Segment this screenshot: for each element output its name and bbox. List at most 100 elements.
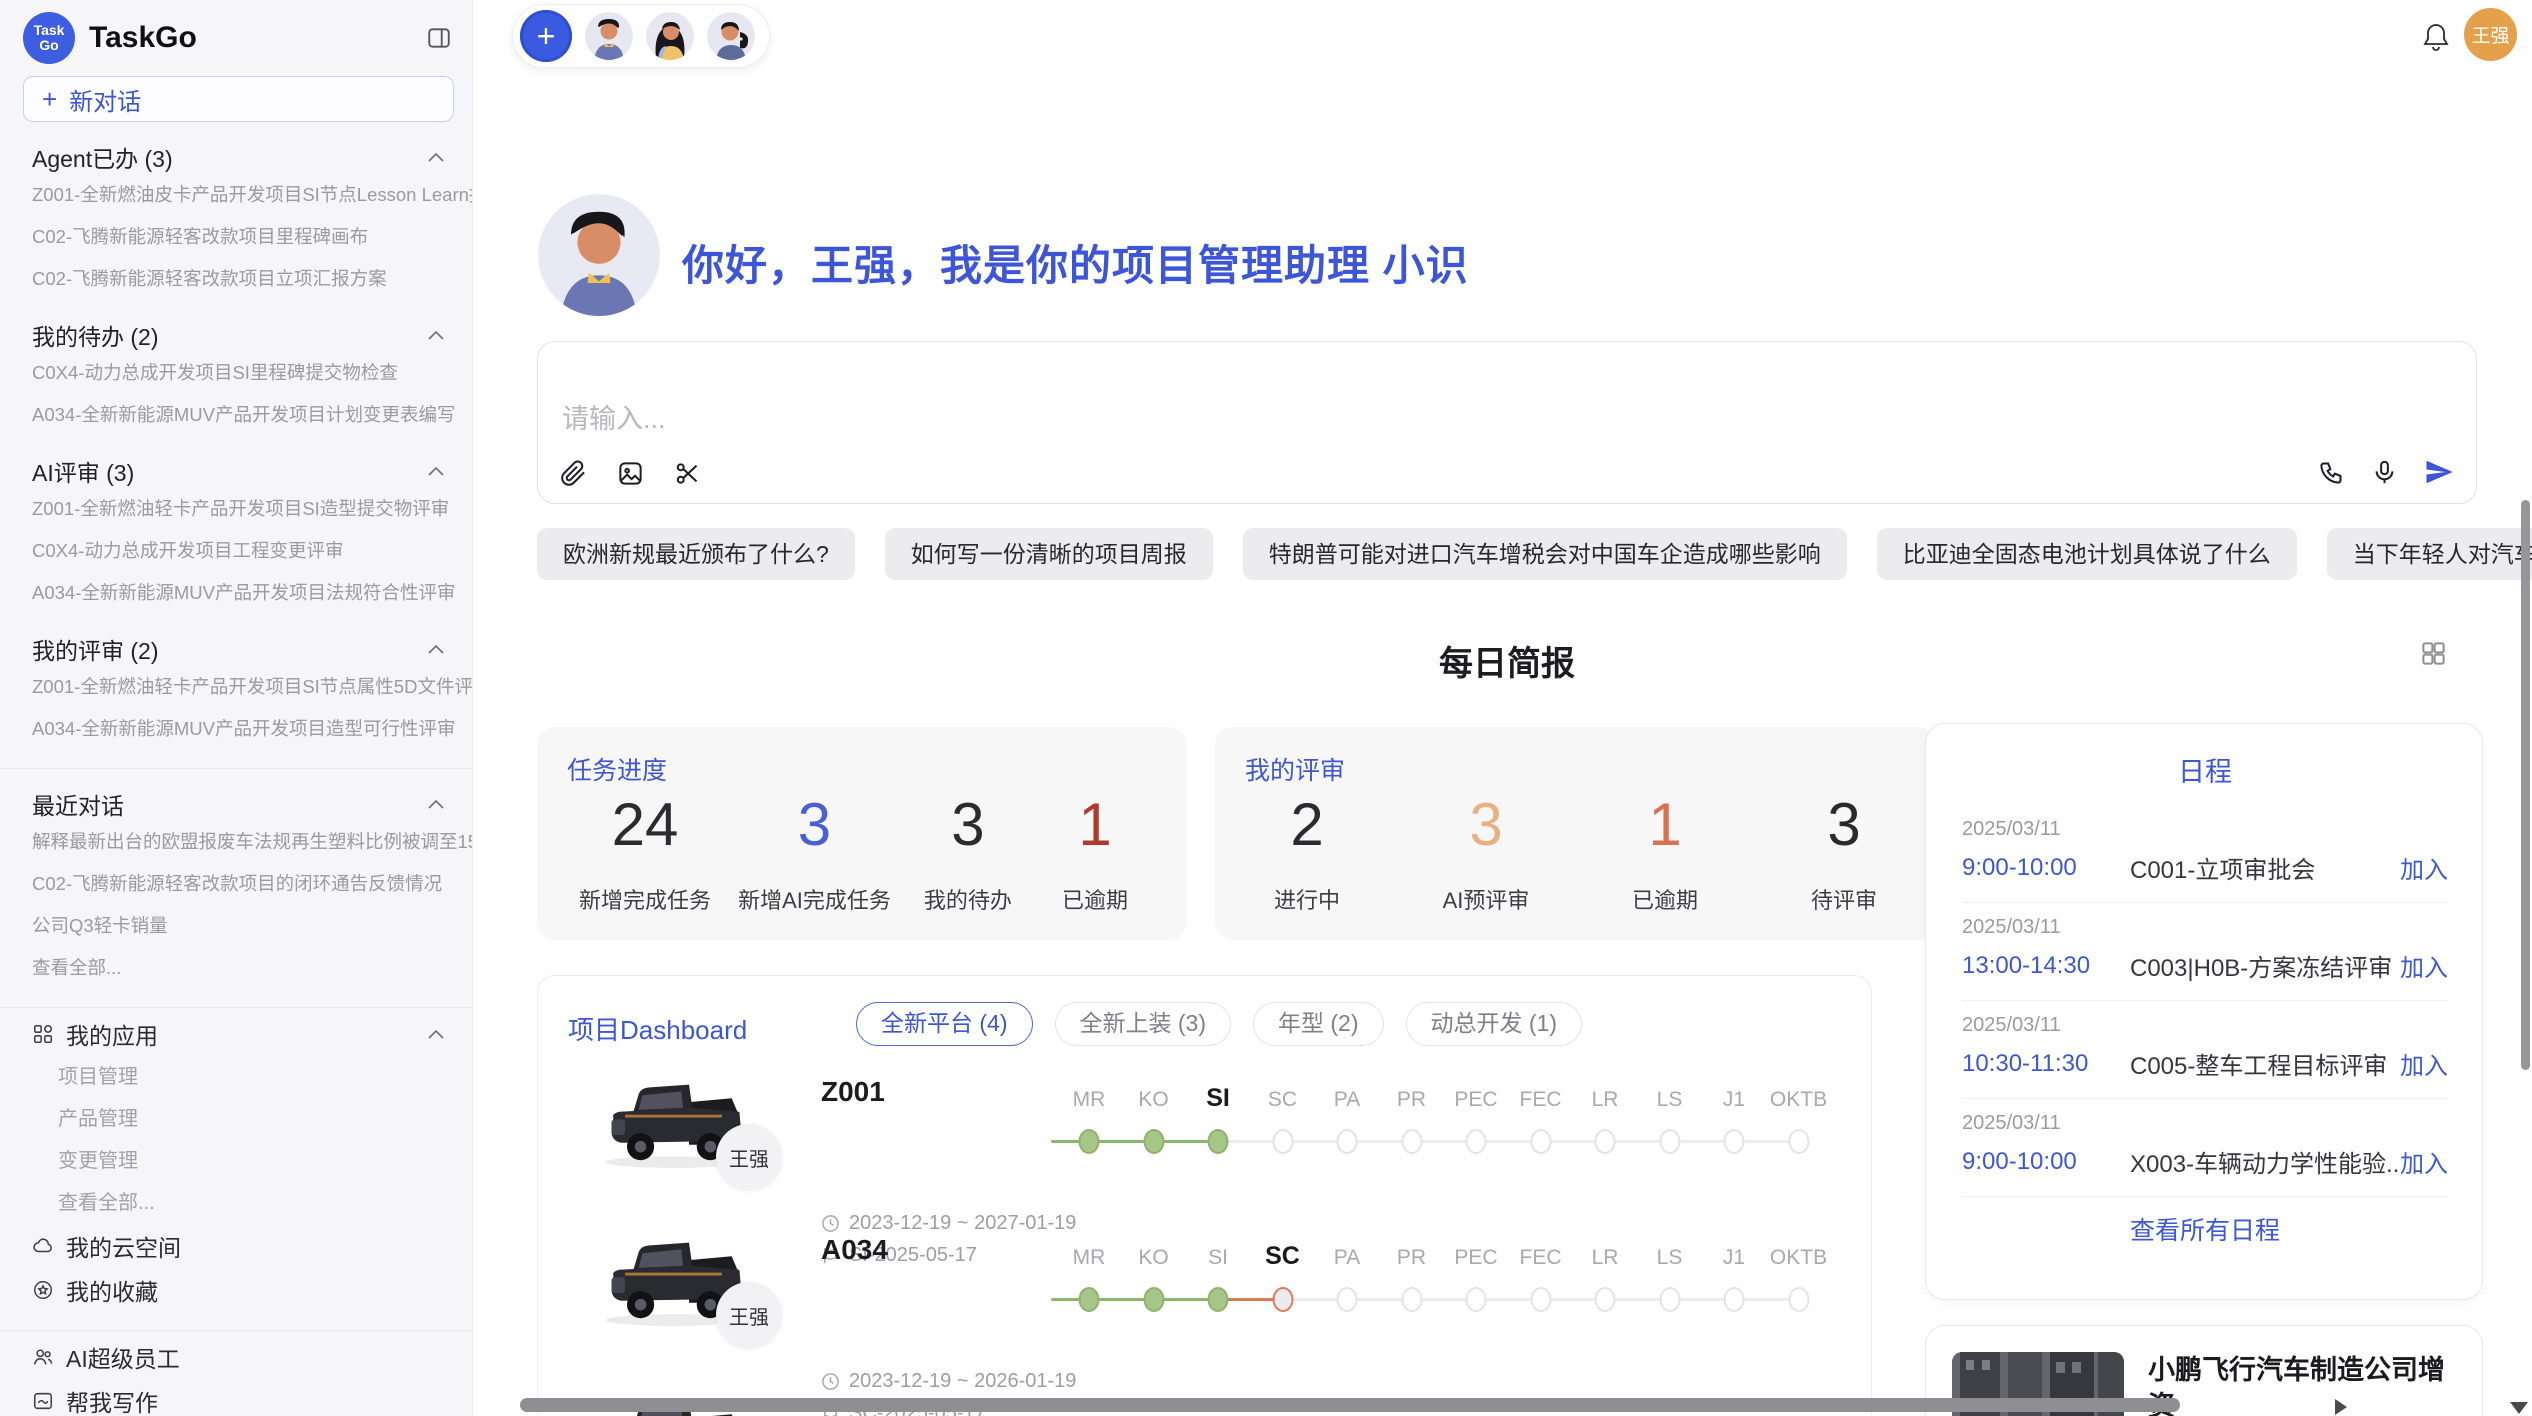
sidebar-task-item[interactable]: A034-全新新能源MUV产品开发项目造型可行性评审 [0, 708, 472, 750]
suggestion-chip[interactable]: 如何写一份清晰的项目周报 [885, 528, 1213, 580]
milestone-dot[interactable] [1401, 1129, 1422, 1154]
project-name[interactable]: A034 [821, 1234, 888, 1266]
sidebar-item-help-write[interactable]: 帮我写作 [0, 1379, 472, 1416]
chevron-up-icon[interactable] [428, 1029, 444, 1039]
milestone-dot[interactable] [1208, 1287, 1229, 1312]
filter-model-year[interactable]: 年型 (2) [1253, 1002, 1384, 1046]
milestone-dot[interactable] [1208, 1129, 1229, 1154]
sidebar-task-item[interactable]: C0X4-动力总成开发项目SI里程碑提交物检查 [0, 352, 472, 394]
milestone-dot[interactable] [1659, 1287, 1680, 1312]
milestone-dot[interactable] [1530, 1129, 1551, 1154]
suggestion-chip[interactable]: 欧洲新规最近颁布了什么? [537, 528, 855, 580]
milestone-dot[interactable] [1337, 1287, 1358, 1312]
milestone-dot[interactable] [1724, 1129, 1745, 1154]
milestone-dot[interactable] [1530, 1287, 1551, 1312]
milestone-dot[interactable] [1724, 1287, 1745, 1312]
section-ai-review[interactable]: AI评审 (3) [0, 454, 472, 488]
chat-input-box[interactable]: 请输入... [537, 341, 2477, 504]
suggestion-chip[interactable]: 当下年轻人对汽车外观有怎样的喜好趋势 [2327, 528, 2532, 580]
sidebar-task-item[interactable]: Z001-全新燃油轻卡产品开发项目SI节点属性5D文件评审 [0, 666, 472, 708]
schedule-time: 9:00-10:00 [1962, 1148, 2130, 1176]
join-link[interactable]: 加入 [2400, 1144, 2448, 1179]
sidebar-task-item[interactable]: A034-全新新能源MUV产品开发项目法规符合性评审 [0, 572, 472, 614]
recent-chat-item[interactable]: C02-飞腾新能源轻客改款项目的闭环通告反馈情况 [0, 863, 472, 905]
chevron-up-icon[interactable] [428, 330, 444, 340]
milestone-dot[interactable] [1659, 1129, 1680, 1154]
user-avatar[interactable]: 王强 [2464, 8, 2517, 61]
milestone-dot[interactable] [1079, 1287, 1100, 1312]
scroll-right-arrow[interactable] [2335, 1399, 2347, 1415]
scissors-icon[interactable] [674, 460, 701, 487]
join-link[interactable]: 加入 [2400, 850, 2448, 885]
phone-icon[interactable] [2318, 459, 2345, 486]
app-item-view-all[interactable]: 查看全部... [0, 1182, 472, 1224]
milestone-dot[interactable] [1466, 1129, 1487, 1154]
milestone-dot[interactable] [1143, 1129, 1164, 1154]
milestone-dot[interactable] [1337, 1129, 1358, 1154]
join-link[interactable]: 加入 [2400, 948, 2448, 983]
sidebar-task-item[interactable]: C02-飞腾新能源轻客改款项目里程碑画布 [0, 216, 472, 258]
suggestion-chip[interactable]: 特朗普可能对进口汽车增税会对中国车企造成哪些影响 [1243, 528, 1847, 580]
join-link[interactable]: 加入 [2400, 1046, 2448, 1081]
app-item-product-mgmt[interactable]: 产品管理 [0, 1098, 472, 1140]
grid-layout-icon[interactable] [2420, 640, 2447, 667]
app-item-change-mgmt[interactable]: 变更管理 [0, 1140, 472, 1182]
chevron-up-icon[interactable] [428, 466, 444, 476]
agent-avatar-2[interactable] [646, 12, 694, 60]
milestone-dot[interactable] [1079, 1129, 1100, 1154]
chevron-up-icon[interactable] [428, 152, 444, 162]
project-row[interactable]: 王强 A034 2023-12-19 ~ 2026-01-19 SC-2025-… [538, 1226, 1871, 1384]
milestone-dot[interactable] [1788, 1129, 1809, 1154]
view-all-schedule-link[interactable]: 查看所有日程 [1962, 1211, 2448, 1247]
recent-chat-item[interactable]: 公司Q3轻卡销量 [0, 905, 472, 947]
recent-chat-item[interactable]: 解释最新出台的欧盟报废车法规再生塑料比例被调至15%... [0, 821, 472, 863]
sidebar-item-cloud-space[interactable]: 我的云空间 [0, 1224, 472, 1268]
agent-avatar-1[interactable] [585, 12, 633, 60]
sidebar-task-item[interactable]: C02-飞腾新能源轻客改款项目立项汇报方案 [0, 258, 472, 300]
agent-avatar-3[interactable] [707, 12, 755, 60]
milestone-dot[interactable] [1466, 1287, 1487, 1312]
sidebar-task-item[interactable]: A034-全新新能源MUV产品开发项目计划变更表编写 [0, 394, 472, 436]
section-agent-done[interactable]: Agent已办 (3) [0, 140, 472, 174]
milestone-dot[interactable] [1272, 1129, 1293, 1154]
horizontal-scrollbar[interactable] [520, 1398, 2180, 1412]
chevron-up-icon[interactable] [428, 644, 444, 654]
add-agent-button[interactable]: + [520, 10, 572, 62]
section-my-todo[interactable]: 我的待办 (2) [0, 318, 472, 352]
project-row[interactable]: 王强 Z001 2023-12-19 ~ 2027-01-19 SI-2025-… [538, 1068, 1871, 1226]
send-icon[interactable] [2424, 457, 2454, 487]
sidebar-collapse-icon[interactable] [426, 25, 452, 51]
paperclip-icon[interactable] [560, 460, 587, 487]
filter-powertrain[interactable]: 动总开发 (1) [1406, 1002, 1583, 1046]
new-chat-button[interactable]: + 新对话 [23, 76, 454, 122]
section-recent-chats[interactable]: 最近对话 [0, 787, 472, 821]
milestone-dot[interactable] [1595, 1287, 1616, 1312]
suggestion-chip[interactable]: 比亚迪全固态电池计划具体说了什么 [1877, 528, 2297, 580]
sidebar-item-ai-employee[interactable]: AI超级员工 [0, 1335, 472, 1379]
sidebar-task-item[interactable]: Z001-全新燃油皮卡产品开发项目SI节点Lesson Learn报告 [0, 174, 472, 216]
milestone-dot[interactable] [1595, 1129, 1616, 1154]
notification-bell-icon[interactable] [2421, 22, 2451, 54]
milestone-dot[interactable] [1143, 1287, 1164, 1312]
mic-icon[interactable] [2371, 459, 2398, 486]
image-icon[interactable] [617, 460, 644, 487]
milestone-dot[interactable] [1401, 1287, 1422, 1312]
sidebar-item-favorites[interactable]: 我的收藏 [0, 1268, 472, 1312]
project-name[interactable]: Z001 [821, 1076, 885, 1108]
vertical-scrollbar[interactable] [2521, 500, 2530, 1070]
scroll-down-arrow[interactable] [2510, 1402, 2528, 1414]
section-label: AI评审 (3) [32, 454, 134, 488]
sidebar-task-item[interactable]: Z001-全新燃油轻卡产品开发项目SI造型提交物评审 [0, 488, 472, 530]
filter-new-body[interactable]: 全新上装 (3) [1055, 1002, 1232, 1046]
chevron-up-icon[interactable] [428, 799, 444, 809]
milestone-dot[interactable] [1272, 1287, 1293, 1312]
filter-all-platform[interactable]: 全新平台 (4) [856, 1002, 1033, 1046]
chat-input-placeholder[interactable]: 请输入... [562, 397, 666, 436]
section-my-review[interactable]: 我的评审 (2) [0, 632, 472, 666]
recent-view-all[interactable]: 查看全部... [0, 947, 472, 989]
sidebar-item-my-apps[interactable]: 我的应用 [0, 1012, 472, 1056]
milestone-line-done [1051, 1140, 1218, 1143]
sidebar-task-item[interactable]: C0X4-动力总成开发项目工程变更评审 [0, 530, 472, 572]
app-item-project-mgmt[interactable]: 项目管理 [0, 1056, 472, 1098]
milestone-dot[interactable] [1788, 1287, 1809, 1312]
